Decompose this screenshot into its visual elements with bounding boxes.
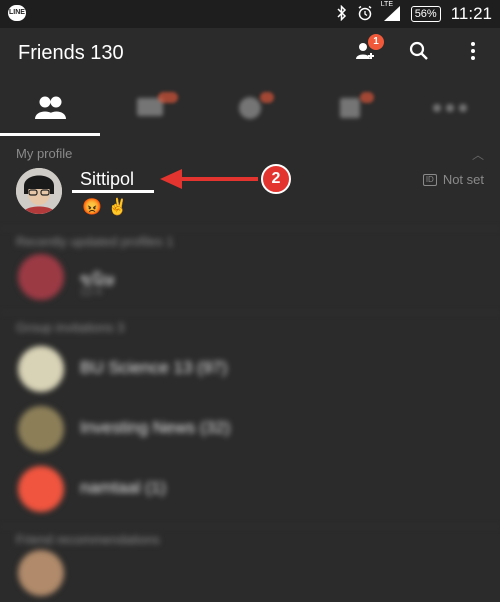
clock: 11:21 [450, 4, 492, 23]
line-app-icon: LINE [8, 5, 26, 21]
tab-chats[interactable] [100, 80, 200, 136]
list-item[interactable]: ขนิษ 12-4 [0, 250, 500, 306]
notification-badge: 1 [368, 34, 384, 50]
list-item[interactable] [0, 546, 500, 602]
signal-icon: LTE [381, 1, 401, 24]
angry-face-emoji: 😡 [82, 199, 102, 216]
avatar [18, 466, 64, 512]
my-profile-row[interactable]: Sittipol 😡 ✌ ID Not set [0, 160, 500, 220]
section-my-profile: My profile [16, 146, 73, 161]
more-vertical-icon [471, 42, 475, 60]
avatar [18, 550, 64, 596]
friend-subtitle: 12-4 [80, 286, 103, 298]
avatar[interactable] [16, 168, 62, 214]
page-title: Friends 130 [18, 42, 124, 64]
group-name: Investing News (32) [80, 418, 231, 437]
annotation-step-badge: 2 [261, 164, 291, 194]
tab-badge [158, 92, 178, 103]
name-underline [72, 190, 154, 193]
tab-bar [0, 80, 500, 136]
more-options-button[interactable] [460, 38, 486, 64]
profile-name: Sittipol [80, 169, 135, 189]
search-button[interactable] [406, 38, 432, 64]
id-icon: ID [422, 173, 437, 186]
tab-badge [360, 92, 374, 103]
tab-more[interactable] [400, 80, 500, 136]
status-bar: LINE LTE 56% 11:21 [0, 0, 500, 28]
section-recent-updates: Recently updated profiles 1 [16, 234, 174, 249]
list-item[interactable]: namtaal (1) [0, 462, 500, 518]
avatar [18, 254, 64, 300]
more-horizontal-icon [433, 104, 467, 112]
avatar [18, 346, 64, 392]
news-icon [340, 98, 360, 118]
network-type: LTE [380, 0, 394, 8]
tab-friends[interactable] [0, 80, 100, 136]
bluetooth-icon [337, 4, 347, 24]
profile-emojis: 😡 ✌ [82, 197, 128, 217]
tab-badge [260, 92, 274, 103]
battery-indicator: 56% [410, 6, 441, 22]
victory-hand-emoji: ✌ [107, 199, 128, 216]
list-item[interactable]: BU Science 13 (97) [0, 342, 500, 398]
status-text: Not set [442, 172, 484, 187]
group-name: namtaal (1) [80, 478, 166, 497]
group-name: BU Science 13 (97) [80, 358, 228, 377]
friends-icon [35, 96, 66, 119]
section-group-invitations: Group invitations 3 [16, 320, 125, 335]
list-item[interactable]: Investing News (32) [0, 402, 500, 458]
add-friend-button[interactable]: 1 [352, 34, 384, 64]
avatar [18, 406, 64, 452]
tab-news[interactable] [300, 80, 400, 136]
search-icon [409, 41, 428, 60]
tab-timeline[interactable] [200, 80, 300, 136]
status-message[interactable]: ID Not set [422, 172, 484, 187]
app-bar: Friends 130 1 [0, 28, 500, 80]
section-friend-recommendations: Friend recommendations [16, 532, 160, 547]
alarm-icon [357, 5, 373, 24]
